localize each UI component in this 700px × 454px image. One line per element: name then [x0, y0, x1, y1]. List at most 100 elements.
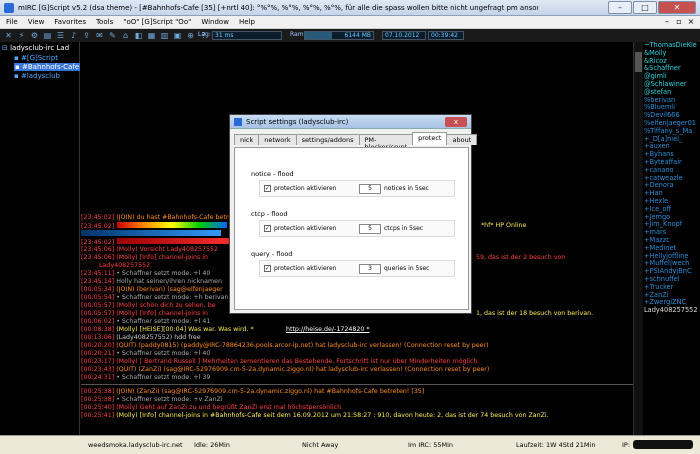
notice-flood-input[interactable]: 5: [359, 183, 381, 194]
options-icon[interactable]: ⚙: [30, 31, 39, 40]
protect-panel: notice - flood ✓ protection aktivieren 5…: [234, 147, 469, 310]
status-server: weedsmoka.ladysclub-irc.net: [88, 441, 183, 449]
tab-nick[interactable]: nick: [234, 134, 260, 145]
address-icon[interactable]: ⌂: [121, 31, 130, 40]
query-flood-input[interactable]: 3: [359, 263, 381, 274]
chat-line: [00:20:20] (QUIT) (paddy0815) (paddy@IRC…: [81, 342, 489, 349]
query-flood-checkbox[interactable]: ✓: [264, 265, 271, 272]
menu-file[interactable]: File: [6, 18, 18, 26]
ctcp-flood-input[interactable]: 5: [359, 223, 381, 234]
query-flood-label: protection aktivieren: [274, 265, 337, 272]
banner-art: [81, 230, 221, 236]
nicklist-icon[interactable]: ☰: [56, 31, 65, 40]
ram-meter: 6144 MB: [304, 31, 374, 40]
menu-window[interactable]: Window: [201, 18, 229, 26]
menu-view[interactable]: View: [28, 18, 45, 26]
close-button[interactable]: ✕: [658, 1, 696, 14]
chat-line: [00:25:38] • Schaffner setzt mode: +v Za…: [81, 396, 223, 403]
channels-icon[interactable]: ▤: [43, 31, 52, 40]
chat-icon[interactable]: ✉: [95, 31, 104, 40]
banner-art: [117, 222, 228, 228]
nick-list: ~ThomasDieKle &Molly &Ricoz &Schaffner @…: [643, 42, 700, 435]
scrollbar-thumb[interactable]: [635, 52, 642, 72]
mdi-minimize-icon[interactable]: –: [662, 17, 672, 27]
tab-settings-addons[interactable]: settings/addons: [295, 134, 360, 145]
dialog-icon: [234, 117, 242, 126]
tab-about[interactable]: about: [446, 134, 478, 145]
status-bar: weedsmoka.ladysclub-irc.net Idle: 26Min …: [0, 435, 700, 454]
ctcp-flood-checkbox[interactable]: ✓: [264, 225, 271, 232]
lag-meter: 31 ms: [212, 31, 282, 40]
date-display: 07.10.2012: [382, 31, 426, 40]
mdi-close-icon[interactable]: ×: [686, 17, 696, 27]
chat-line: [23:45:14] Holly hat seinen/ihren nickna…: [81, 278, 222, 285]
status-ip-label: IP:: [622, 441, 631, 449]
ctcp-flood-title: ctcp - flood: [251, 210, 288, 218]
heise-link[interactable]: http://heise.de/-1724820 *: [286, 326, 370, 334]
query-flood-unit: queries in 5sec: [384, 265, 430, 272]
tab-network[interactable]: network: [258, 134, 297, 145]
tree-item-ladysclub[interactable]: ▪ #ladysclub: [14, 72, 60, 80]
chat-line: [23:45:11] • Schaffner setzt mode: +l 40: [81, 270, 211, 277]
menu-gscript[interactable]: "oO" [G]Script "Oo": [123, 18, 191, 26]
chat-line: [00:25:38] (JOIN) (ZanZi) (sag@IRC-52976…: [81, 388, 425, 395]
ctcp-flood-row: ✓ protection aktivieren 5 ctcps in 5sec: [259, 220, 455, 237]
menu-tools[interactable]: Tools: [96, 18, 113, 26]
connect-icon[interactable]: ⚡: [17, 31, 26, 40]
chat-line: [00:20:21] • Schaffner setzt mode: +l 40: [81, 350, 211, 357]
chat-line-continuation: 1, das ist der 18 besuch von berivan.: [476, 310, 594, 317]
time-display: 00:39:42: [428, 31, 464, 40]
lag-label: Lag:: [198, 31, 211, 38]
disconnect-icon[interactable]: ✕: [4, 31, 13, 40]
chat-line: [23:45:06] (Molly) Vorsicht Lady40825755…: [81, 246, 218, 253]
status-away: Nicht Away: [302, 441, 339, 449]
window-title: mIRC [G]Script v5.2 (dsa theme) - [#Bahn…: [18, 3, 538, 12]
query-flood-row: ✓ protection aktivieren 3 queries in 5se…: [259, 260, 455, 277]
tree-network[interactable]: ⊟ ladysclub-irc Lad: [2, 44, 69, 52]
arrange-icon[interactable]: ▣: [173, 31, 182, 40]
notice-flood-title: notice - flood: [251, 170, 294, 178]
colors-icon[interactable]: ◧: [134, 31, 143, 40]
tab-protect[interactable]: protect: [412, 132, 448, 145]
chat-line: [00:23:17] (Molly) [ Bertrand Russell ] …: [81, 358, 480, 365]
chat-line: [00:23:43] (QUIT) (ZanZi) (sag@IRC-52976…: [81, 366, 490, 373]
maximize-button[interactable]: □: [633, 1, 657, 14]
cascade-icon[interactable]: ▥: [160, 31, 169, 40]
query-flood-title: query - flood: [251, 250, 293, 258]
status-idle: Idle: 26Min: [194, 441, 230, 449]
script-icon[interactable]: ✎: [108, 31, 117, 40]
minimize-button[interactable]: –: [608, 1, 632, 14]
notice-flood-checkbox[interactable]: ✓: [264, 185, 271, 192]
chat-line: [00:05:57] (Molly) [Info] channel-joins …: [81, 310, 209, 317]
url-icon[interactable]: ⊕: [186, 31, 195, 40]
chat-line: [00:08:38] (Molly) [HEISE][00:04] Was wa…: [81, 326, 254, 333]
dialog-tabs: nick network settings/addons PM-blocker/…: [234, 132, 478, 151]
chat-line: [23:45:06] (Molly) [Info] channel-joins …: [81, 254, 209, 261]
notice-flood-row: ✓ protection aktivieren 5 notices in 5se…: [259, 180, 455, 197]
chat-line: [23:45:02] (JOIN) du hast #Bahnhofs-Cafe…: [81, 214, 246, 221]
app-icon: [4, 2, 14, 13]
nick-item[interactable]: Lady408257552: [643, 306, 700, 315]
send-file-icon[interactable]: ⇪: [82, 31, 91, 40]
tile-icon[interactable]: ▦: [147, 31, 156, 40]
tab-pm-blocker[interactable]: PM-blocker/crypt: [358, 134, 414, 151]
script-settings-dialog: Script settings (ladysclub-irc) x nick n…: [229, 114, 478, 314]
notice-flood-label: protection aktivieren: [274, 185, 337, 192]
notify-icon[interactable]: ♪: [69, 31, 78, 40]
channel-treebar: ⊟ ladysclub-irc Lad ▪ #[G]Script ▪ #Bahn…: [0, 42, 81, 435]
title-bar: mIRC [G]Script v5.2 (dsa theme) - [#Bahn…: [0, 0, 700, 16]
notice-flood-unit: notices in 5sec: [384, 185, 429, 192]
redacted-ip: [633, 440, 693, 449]
status-irc-time: Im IRC: 55Min: [408, 441, 454, 449]
tree-item-bahnhofs-cafe[interactable]: ▪ #Bahnhofs-Cafe: [14, 63, 81, 71]
menu-help[interactable]: Help: [239, 18, 255, 26]
ctcp-flood-label: protection aktivieren: [274, 225, 337, 232]
chat-line: Lady408257552: [99, 262, 151, 269]
tree-item-gscript[interactable]: ▪ #[G]Script: [14, 54, 58, 62]
mdi-restore-icon[interactable]: ▫: [674, 17, 684, 27]
dialog-close-button[interactable]: x: [445, 117, 467, 127]
menu-favorites[interactable]: Favorites: [54, 18, 86, 26]
dialog-title: Script settings (ladysclub-irc): [246, 117, 349, 126]
chat-scrollbar[interactable]: [633, 42, 643, 435]
chat-line: [00:06:02] • Schaffner setzt mode: +l 41: [81, 318, 211, 325]
